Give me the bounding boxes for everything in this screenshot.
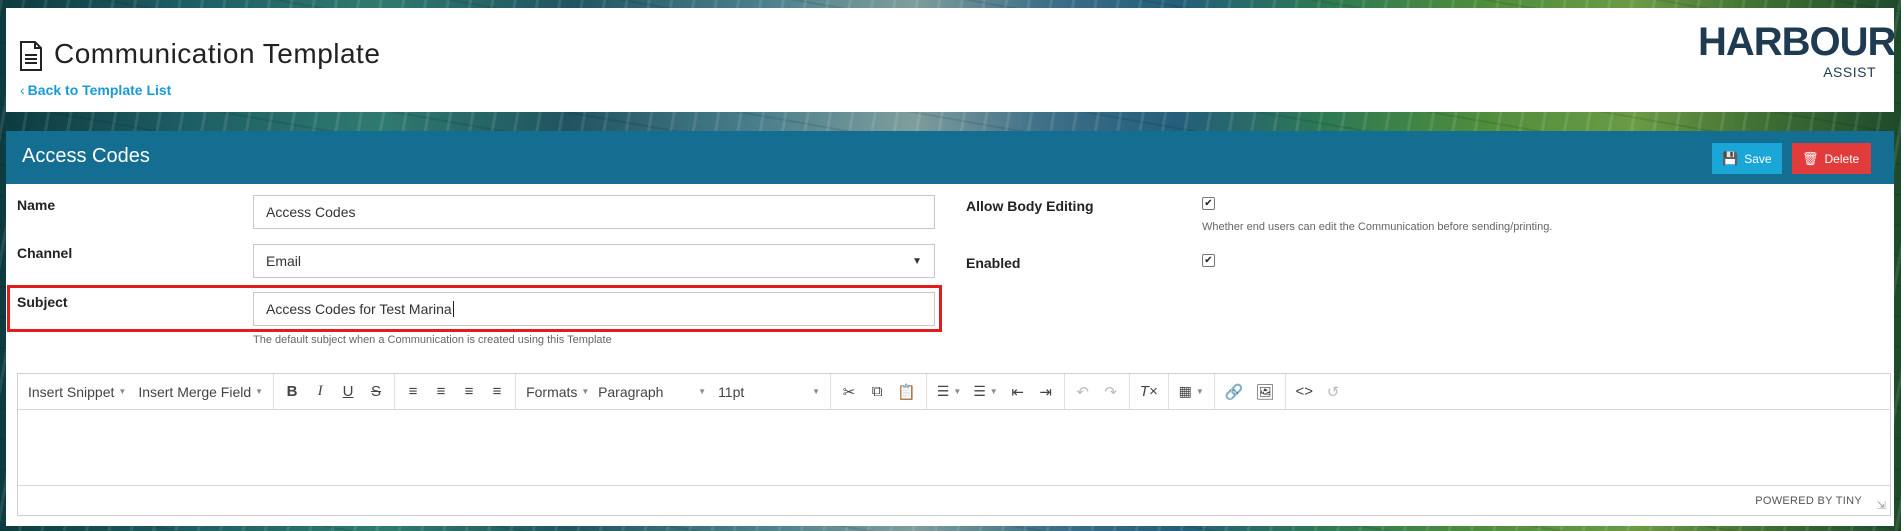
editor-statusbar: POWERED BY TINY ⇲ <box>18 485 1890 515</box>
insert-merge-field-menu[interactable]: Insert Merge Field ▼ <box>132 384 269 400</box>
logo-sub-text: ASSIST <box>1823 64 1876 80</box>
code-group: <> ↺ <box>1286 374 1352 409</box>
strikethrough-button[interactable]: S <box>362 378 390 406</box>
subject-input-value: Access Codes for Test Marina <box>266 301 452 317</box>
save-icon: 💾 <box>1722 150 1739 166</box>
redo-icon[interactable]: ↷ <box>1097 378 1125 406</box>
font-size-select[interactable]: 11pt ▼ <box>712 384 826 400</box>
outdent-icon[interactable]: ⇤ <box>1004 378 1032 406</box>
allow-body-editing-help: Whether end users can edit the Communica… <box>1202 221 1553 233</box>
caret-down-icon: ▼ <box>581 387 590 396</box>
panel-title: Access Codes <box>22 145 150 167</box>
caret-down-icon: ▼ <box>812 387 821 396</box>
page-header: Communication Template ‹ Back to Template… <box>6 8 1896 112</box>
insert-snippet-menu[interactable]: Insert Snippet ▼ <box>22 384 132 400</box>
rich-text-editor: Insert Snippet ▼ Insert Merge Field ▼ B I … <box>17 373 1891 516</box>
copy-icon[interactable]: ⧉ <box>863 378 891 406</box>
bullet-list-icon[interactable]: ☰ ▼ <box>931 383 967 400</box>
back-link-label: Back to Template List <box>27 82 172 98</box>
panel-header: Access Codes 💾 Save 🗑 Delete <box>6 131 1894 184</box>
underline-button[interactable]: U <box>334 378 362 406</box>
align-justify-icon[interactable]: ≡ <box>483 378 511 406</box>
bold-button[interactable]: B <box>278 378 306 406</box>
name-input-value: Access Codes <box>266 204 356 220</box>
history-group: ↶ ↷ <box>1065 374 1130 409</box>
caret-down-icon: ▼ <box>255 387 264 396</box>
align-left-icon[interactable]: ≡ <box>399 378 427 406</box>
undo-icon[interactable]: ↶ <box>1069 378 1097 406</box>
restore-draft-icon[interactable]: ↺ <box>1319 378 1347 406</box>
channel-label: Channel <box>17 245 73 261</box>
clear-format-group: T× <box>1130 374 1169 409</box>
save-button[interactable]: 💾 Save <box>1712 143 1782 174</box>
editor-toolbar: Insert Snippet ▼ Insert Merge Field ▼ B I … <box>18 374 1890 410</box>
paragraph-label: Paragraph <box>598 383 664 400</box>
subject-input[interactable]: Access Codes for Test Marina <box>253 292 935 326</box>
table-group: ▦ ▼ <box>1169 374 1215 409</box>
source-code-icon[interactable]: <> <box>1290 378 1320 406</box>
paragraph-select[interactable]: Paragraph ▼ <box>592 384 712 400</box>
delete-button[interactable]: 🗑 Delete <box>1792 143 1871 174</box>
harbour-assist-logo: HARBOUR ASSIST <box>1698 20 1896 84</box>
formats-label: Formats <box>526 383 578 400</box>
resize-handle-icon[interactable]: ⇲ <box>1877 499 1886 512</box>
table-icon[interactable]: ▦ ▼ <box>1173 383 1210 400</box>
image-icon[interactable]: 🖼 <box>1250 378 1281 406</box>
logo-main-text: HARBOUR <box>1698 20 1896 64</box>
clipboard-group: ✂ ⧉ 📋 <box>831 374 927 409</box>
save-label: Save <box>1744 151 1772 166</box>
subject-label: Subject <box>17 294 68 310</box>
align-center-icon[interactable]: ≡ <box>427 378 455 406</box>
back-to-template-list-link[interactable]: ‹ Back to Template List <box>20 82 171 98</box>
clear-formatting-icon[interactable]: T× <box>1134 378 1164 406</box>
format-group: Formats ▼ Paragraph ▼ 11pt ▼ <box>516 374 832 409</box>
allow-body-editing-checkbox[interactable]: ✔ <box>1202 197 1215 210</box>
caret-down-icon: ▼ <box>118 387 127 396</box>
enabled-checkbox[interactable]: ✔ <box>1202 254 1215 267</box>
formats-menu[interactable]: Formats ▼ <box>520 384 592 400</box>
name-label: Name <box>17 197 56 213</box>
caret-down-icon: ▼ <box>953 387 962 396</box>
link-icon[interactable]: 🔗 <box>1219 378 1250 406</box>
numbered-list-icon[interactable]: ☰ ▼ <box>967 383 1003 400</box>
cut-icon[interactable]: ✂ <box>835 378 863 406</box>
chevron-left-icon: ‹ <box>20 82 25 98</box>
text-cursor <box>452 301 454 317</box>
enabled-label: Enabled <box>966 255 1021 271</box>
powered-by-tiny-link[interactable]: POWERED BY TINY <box>1755 495 1862 507</box>
allow-body-editing-label: Allow Body Editing <box>966 198 1094 214</box>
insert-snippet-label: Insert Snippet <box>28 383 115 400</box>
alignment-group: ≡ ≡ ≡ ≡ <box>395 374 517 409</box>
delete-label: Delete <box>1824 151 1860 166</box>
subject-help-text: The default subject when a Communication… <box>253 334 612 346</box>
insert-media-group: 🔗 🖼 <box>1215 374 1286 409</box>
align-right-icon[interactable]: ≡ <box>455 378 483 406</box>
list-group: ☰ ▼ ☰ ▼ ⇤ ⇥ <box>927 374 1065 409</box>
paste-icon[interactable]: 📋 <box>891 378 922 406</box>
template-panel: Access Codes 💾 Save 🗑 Delete Name Access… <box>6 131 1894 526</box>
trash-icon: 🗑 <box>1802 150 1819 166</box>
page-title: Communication Template <box>54 38 381 69</box>
font-size-label: 11pt <box>718 383 745 400</box>
insert-group: Insert Snippet ▼ Insert Merge Field ▼ <box>18 374 275 409</box>
caret-down-icon: ▼ <box>989 387 998 396</box>
channel-select[interactable]: Email ▼ <box>253 244 935 278</box>
channel-select-value: Email <box>266 253 302 269</box>
editor-content-area[interactable] <box>18 411 1890 485</box>
caret-down-icon: ▼ <box>1195 387 1204 396</box>
italic-button[interactable]: I <box>306 378 334 406</box>
insert-merge-field-label: Insert Merge Field <box>138 383 252 400</box>
caret-down-icon: ▼ <box>912 255 922 267</box>
caret-down-icon: ▼ <box>698 387 707 396</box>
name-input[interactable]: Access Codes <box>253 195 935 229</box>
indent-icon[interactable]: ⇥ <box>1032 378 1060 406</box>
text-style-group: B I U S <box>274 374 396 409</box>
document-icon <box>20 41 42 71</box>
